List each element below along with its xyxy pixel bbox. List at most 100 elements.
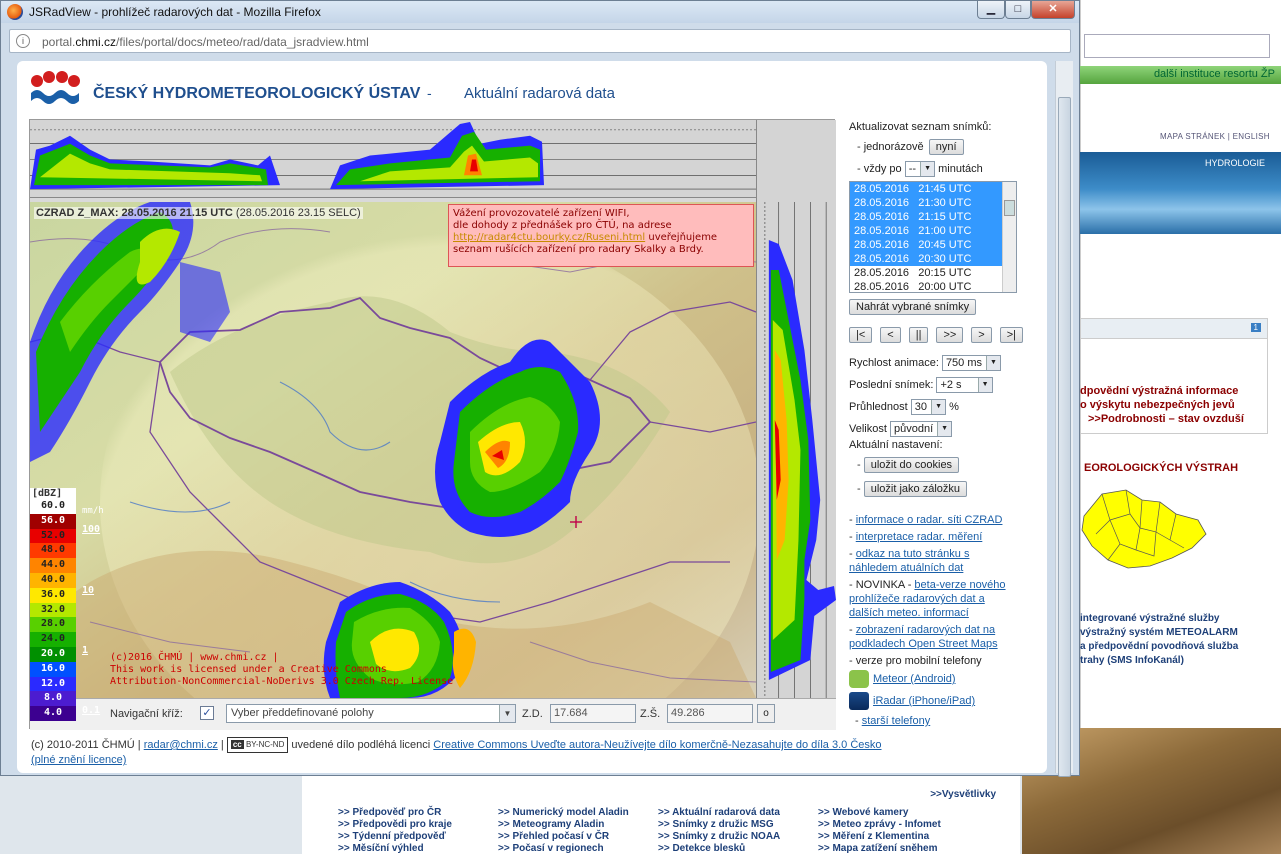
first-frame-button[interactable]: |< (849, 327, 873, 343)
legend-swatch: 44.0 (30, 558, 76, 573)
chevron-down-icon[interactable]: ▼ (931, 400, 946, 414)
legend-row: 56.0 (30, 513, 118, 529)
mmh-unit: mm/h (82, 506, 104, 516)
window-titlebar[interactable]: JSRadView - prohlížeč radarových dat - M… (1, 1, 1079, 23)
bottom-links-col[interactable]: >> Aktuální radarová data >> Snímky z dru… (658, 807, 802, 854)
header-separator: - (427, 85, 432, 101)
last-frame-button[interactable]: >| (999, 327, 1024, 343)
org-title: ČESKÝ HYDROMETEOROLOGICKÝ ÚSTAV (93, 85, 421, 102)
nav-cross-label: Navigační kříž: (110, 708, 183, 720)
animation-controls: |< < || >> > >| (849, 327, 1024, 343)
snapshot-item[interactable]: 28.05.2016 21:00 UTC (850, 224, 1016, 238)
background-warning-text[interactable]: dpovědní výstražná informace o výskytu n… (1080, 384, 1244, 426)
legend-swatch: 36.0 (30, 587, 76, 603)
explanations-link[interactable]: >>Vysvětlivky (930, 789, 996, 800)
site-info-icon[interactable]: i (16, 34, 30, 48)
legend-row: 24.0 (30, 632, 118, 647)
meteor-android-link[interactable]: Meteor (Android) (873, 672, 956, 686)
firefox-window: JSRadView - prohlížeč radarových dat - M… (0, 0, 1080, 777)
snapshot-item[interactable]: 28.05.2016 20:45 UTC (850, 238, 1016, 252)
top-height-profile (30, 120, 756, 198)
now-button[interactable]: nyní (928, 139, 964, 155)
chmi-logo[interactable] (29, 71, 81, 107)
legend-swatch: 4.0 (30, 706, 76, 721)
full-license-link[interactable]: (plné znění licence) (31, 754, 126, 766)
chevron-down-icon[interactable]: ▼ (937, 422, 952, 436)
url-text[interactable]: portal.chmi.cz/files/portal/docs/meteo/r… (42, 35, 369, 49)
snapshot-item[interactable]: 28.05.2016 21:15 UTC (850, 210, 1016, 224)
load-snapshots-button[interactable]: Nahrát vybrané snímky (849, 299, 977, 315)
snapshot-list-scrollbar[interactable] (1002, 182, 1016, 292)
address-bar[interactable]: i portal.chmi.cz/files/portal/docs/meteo… (9, 29, 1071, 53)
nav-cross-checkbox[interactable]: ✓ (200, 706, 214, 720)
maximize-button[interactable]: □ (1005, 1, 1031, 19)
bottom-links-col[interactable]: >> Webové kamery >> Meteo zprávy - Infome… (818, 807, 962, 854)
play-button[interactable]: >> (936, 327, 964, 343)
prev-frame-button[interactable]: < (880, 327, 901, 343)
go-button[interactable]: o (757, 704, 775, 723)
legend-swatch: 16.0 (30, 661, 76, 677)
old-phones-link[interactable]: starší telefony (862, 715, 930, 727)
pause-button[interactable]: || (908, 327, 929, 343)
chevron-down-icon[interactable]: ▼ (920, 162, 935, 176)
save-bookmark-button[interactable]: uložit jako záložku (863, 481, 968, 497)
snapshot-item[interactable]: 28.05.2016 20:15 UTC (850, 266, 1016, 280)
speed-select[interactable]: 750 ms ▼ (941, 355, 1002, 371)
background-services-list[interactable]: integrované výstražné služby výstražný s… (1080, 612, 1238, 668)
chevron-down-icon[interactable]: ▼ (499, 705, 515, 722)
radar-viewer: CZRAD Z_MAX: 28.05.2016 21.15 UTC (28.05… (29, 119, 836, 730)
link-interpretation[interactable]: interpretace radar. měření (856, 531, 983, 543)
size-select[interactable]: původní ▼ (889, 421, 953, 437)
save-cookies-button[interactable]: uložit do cookies (863, 457, 960, 473)
snapshot-item[interactable]: 28.05.2016 20:30 UTC (850, 252, 1016, 266)
last-frame-select[interactable]: +2 s ▼ (936, 377, 993, 393)
snapshot-item[interactable]: 28.05.2016 20:00 UTC (850, 280, 1016, 292)
page-subtitle: Aktuální radarová data (464, 85, 615, 102)
warning-count-badge: 1 (1250, 323, 1261, 332)
legend-row: 8.0 (30, 691, 118, 707)
minimize-button[interactable]: ▁ (977, 1, 1005, 19)
current-settings-label: Aktuální nastavení: (849, 439, 943, 451)
radar-timestamp: CZRAD Z_MAX: 28.05.2016 21.15 UTC (28.05… (34, 207, 363, 219)
location-select[interactable]: Vyber předdefinované polohy ▼ (226, 704, 516, 723)
snapshot-list[interactable]: 28.05.2016 21:45 UTC 28.05.2016 21:30 UTC… (849, 181, 1017, 293)
opacity-select[interactable]: 30 ▼ (910, 399, 947, 415)
background-search-input[interactable] (1084, 34, 1270, 58)
latitude-input[interactable]: 49.286 (667, 704, 753, 723)
link-osm[interactable]: zobrazení radarových dat na podkladech Op… (849, 624, 998, 650)
bottom-links-col[interactable]: >> Předpověď pro ČR >> Předpovědi pro kra… (338, 807, 482, 854)
scrollbar-thumb[interactable] (1058, 97, 1071, 777)
legend-row: 32.0 (30, 602, 118, 618)
snapshot-item[interactable]: 28.05.2016 21:30 UTC (850, 196, 1016, 210)
email-link[interactable]: radar@chmi.cz (144, 739, 218, 751)
notice-link[interactable]: http://radar4ctu.bourky.cz/Ruseni.html (453, 232, 645, 243)
link-permalink[interactable]: odkaz na tuto stránku s náhledem atuálníc… (849, 548, 969, 574)
snapshot-item[interactable]: 28.05.2016 21:45 UTC (850, 182, 1016, 196)
iradar-link[interactable]: iRadar (iPhone/iPad) (873, 694, 975, 708)
close-button[interactable]: ✕ (1031, 1, 1075, 19)
license-link[interactable]: Creative Commons Uveďte autora-Neužívejt… (433, 739, 881, 751)
window-title: JSRadView - prohlížeč radarových dat - M… (29, 5, 321, 19)
legend-row: 36.0 (30, 587, 118, 603)
refresh-once-row: - jednorázově nyní (857, 139, 964, 155)
android-icon (849, 670, 869, 688)
legend-row: 20.0 (30, 646, 118, 662)
hydrologie-label[interactable]: HYDROLOGIE (1205, 158, 1265, 168)
bottom-links-col[interactable]: >> Numerický model Aladin >> Meteogramy A… (498, 807, 642, 854)
next-frame-button[interactable]: > (971, 327, 992, 343)
background-meteo-warnings-title: EOROLOGICKÝCH VÝSTRAH (1084, 462, 1239, 474)
background-institutions-link[interactable]: další instituce resortu ŽP (1080, 66, 1281, 84)
novinka-label: NOVINKA - (855, 579, 912, 591)
warning-map-czech[interactable] (1080, 484, 1210, 576)
cc-license-badge[interactable]: cc BY-NC-ND (226, 737, 289, 753)
page-scrollbar[interactable] (1055, 61, 1073, 777)
chevron-down-icon[interactable]: ▼ (977, 378, 992, 392)
chevron-down-icon[interactable]: ▼ (986, 356, 1001, 370)
link-radar-info[interactable]: informace o radar. síti CZRAD (856, 514, 1003, 526)
radar-map[interactable] (30, 202, 756, 698)
page-content: ČESKÝ HYDROMETEOROLOGICKÝ ÚSTAV - Aktuál… (17, 61, 1047, 773)
refresh-interval-select[interactable]: -- ▼ (904, 161, 936, 177)
legend-swatch: 8.0 (30, 691, 76, 707)
background-top-links[interactable]: MAPA STRÁNEK | ENGLISH (1160, 132, 1270, 141)
longitude-input[interactable]: 17.684 (550, 704, 636, 723)
